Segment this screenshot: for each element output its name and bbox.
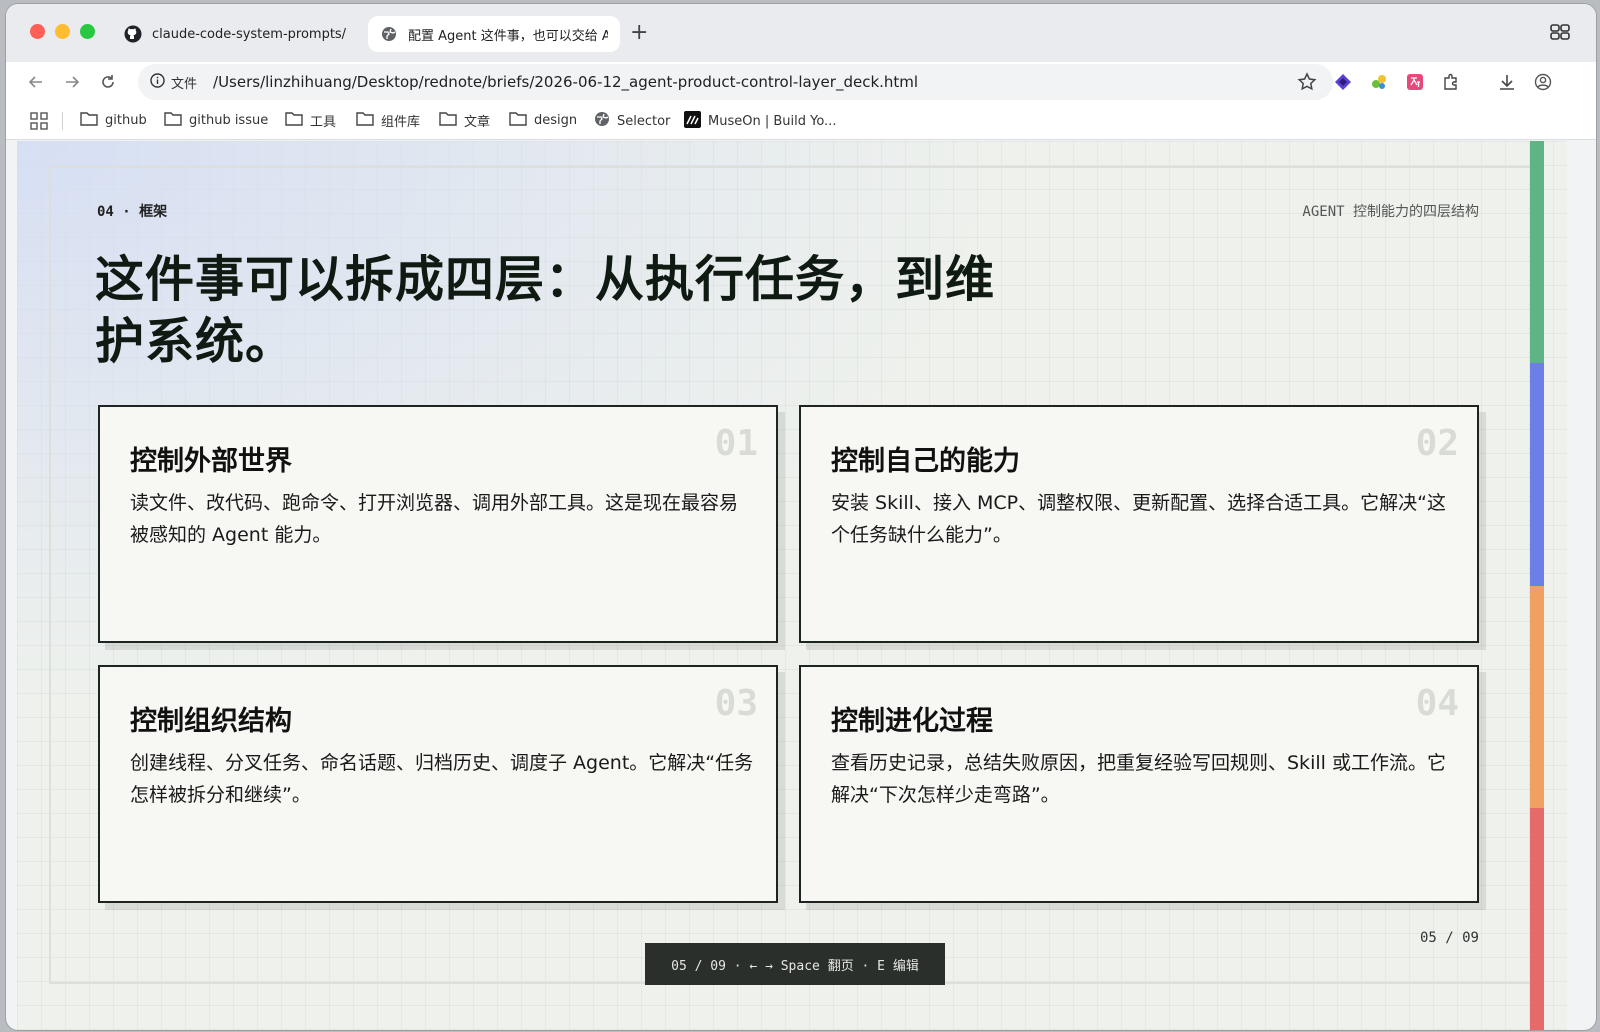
bookmark-articles[interactable]: 文章 bbox=[439, 111, 490, 130]
museon-icon bbox=[684, 111, 701, 132]
bookmarks-bar: github github issue 工具 组件库 文章 design Sel… bbox=[6, 102, 1596, 140]
bookmark-label: 组件库 bbox=[381, 115, 421, 130]
folder-icon bbox=[164, 111, 182, 130]
back-arrow-icon[interactable] bbox=[24, 70, 48, 94]
progress-accent-bar bbox=[1530, 141, 1544, 1030]
fullscreen-window-button[interactable] bbox=[80, 24, 95, 39]
layer-card: 02 控制自己的能力 安装 Skill、接入 MCP、调整权限、更新配置、选择合… bbox=[799, 405, 1479, 643]
bookmark-label: 工具 bbox=[310, 115, 337, 130]
tab-deck[interactable]: 配置 Agent 这件事，也可以交给 Ag bbox=[368, 16, 620, 52]
bookmarks-divider bbox=[62, 112, 63, 130]
browser-window: claude-code-system-prompts/sys 配置 Agent … bbox=[6, 4, 1596, 1030]
bookmark-label: design bbox=[534, 113, 578, 128]
bookmark-label: github issue bbox=[189, 113, 269, 128]
slide-section-label: AGENT 控制能力的四层结构 bbox=[1302, 204, 1479, 220]
bookmark-selector[interactable]: Selector bbox=[594, 111, 670, 131]
card-number: 03 bbox=[714, 683, 758, 724]
globe-icon bbox=[594, 111, 610, 131]
bookmark-label: 文章 bbox=[464, 115, 491, 130]
globe-icon bbox=[380, 25, 398, 43]
bookmark-github[interactable]: github bbox=[80, 111, 147, 130]
profile-avatar-icon[interactable] bbox=[1532, 71, 1554, 93]
card-body: 安装 Skill、接入 MCP、调整权限、更新配置、选择合适工具。它解决“这个任… bbox=[831, 492, 1446, 546]
site-info-chip[interactable]: 文件 bbox=[150, 72, 198, 92]
headline-line: 这件事可以拆成四层：从执行任务，到维 bbox=[95, 251, 996, 308]
url-text[interactable]: /Users/linzhihuang/Desktop/rednote/brief… bbox=[213, 73, 918, 91]
extension-diamond-icon[interactable] bbox=[1332, 71, 1354, 93]
slide-viewport: 04 · 框架 AGENT 控制能力的四层结构 这件事可以拆成四层：从执行任务，… bbox=[17, 141, 1567, 1030]
bookmark-label: github bbox=[105, 113, 147, 128]
card-body: 创建线程、分叉任务、命名话题、归档历史、调度子 Agent。它解决“任务怎样被拆… bbox=[130, 752, 754, 806]
bookmark-label: Selector bbox=[617, 113, 671, 129]
bookmark-github-issue[interactable]: github issue bbox=[164, 111, 268, 130]
slide-headline: 这件事可以拆成四层：从执行任务，到维 护系统。 bbox=[95, 249, 1035, 373]
new-tab-button[interactable]: + bbox=[630, 22, 648, 44]
folder-icon bbox=[285, 111, 303, 130]
card-body: 读文件、改代码、跑命令、打开浏览器、调用外部工具。这是现在最容易被感知的 Age… bbox=[130, 492, 739, 546]
tab-strip: claude-code-system-prompts/sys 配置 Agent … bbox=[6, 4, 1596, 62]
keyboard-hint-bar: 05 / 09 · ← → Space 翻页 · E 编辑 bbox=[645, 943, 945, 985]
layer-card: 01 控制外部世界 读文件、改代码、跑命令、打开浏览器、调用外部工具。这是现在最… bbox=[98, 405, 778, 643]
card-title: 控制自己的能力 bbox=[831, 446, 1020, 477]
reload-icon[interactable] bbox=[96, 70, 120, 94]
slide-eyebrow: 04 · 框架 bbox=[97, 204, 168, 220]
bookmark-label: MuseOn | Build Yo... bbox=[708, 114, 837, 129]
address-bar[interactable]: 文件 /Users/linzhihuang/Desktop/rednote/br… bbox=[138, 64, 1333, 100]
apps-grid-icon[interactable] bbox=[30, 112, 48, 130]
folder-icon bbox=[356, 111, 374, 130]
tab-search-icon[interactable] bbox=[1550, 24, 1570, 40]
accent-segment bbox=[1530, 807, 1544, 1030]
bookmark-star-icon[interactable] bbox=[1297, 72, 1317, 92]
extensions-puzzle-icon[interactable] bbox=[1440, 71, 1462, 93]
folder-icon bbox=[439, 111, 457, 130]
card-number: 02 bbox=[1415, 423, 1459, 464]
layer-card: 03 控制组织结构 创建线程、分叉任务、命名话题、归档历史、调度子 Agent。… bbox=[98, 665, 778, 903]
site-info-label: 文件 bbox=[171, 76, 198, 92]
card-body: 查看历史记录，总结失败原因，把重复经验写回规则、Skill 或工作流。它解决“下… bbox=[831, 752, 1446, 806]
bookmark-design[interactable]: design bbox=[509, 111, 577, 130]
forward-arrow-icon[interactable] bbox=[60, 70, 84, 94]
layer-card: 04 控制进化过程 查看历史记录，总结失败原因，把重复经验写回规则、Skill … bbox=[799, 665, 1479, 903]
download-icon[interactable] bbox=[1496, 71, 1518, 93]
card-title: 控制进化过程 bbox=[831, 706, 993, 737]
folder-icon bbox=[509, 111, 527, 130]
card-title: 控制组织结构 bbox=[130, 706, 292, 737]
extension-puzzle-green-icon[interactable] bbox=[1368, 71, 1390, 93]
accent-segment bbox=[1530, 363, 1544, 586]
close-window-button[interactable] bbox=[30, 24, 45, 39]
card-number: 04 bbox=[1415, 683, 1459, 724]
github-icon bbox=[124, 25, 142, 43]
card-title: 控制外部世界 bbox=[130, 446, 292, 477]
tab-github[interactable]: claude-code-system-prompts/sys bbox=[112, 16, 358, 52]
info-icon bbox=[150, 72, 165, 92]
tab-label: 配置 Agent 这件事，也可以交给 Ag bbox=[408, 28, 608, 44]
page-counter: 05 / 09 bbox=[1419, 930, 1479, 946]
bookmark-museon[interactable]: MuseOn | Build Yo... bbox=[684, 111, 836, 132]
accent-segment bbox=[1530, 585, 1544, 808]
tab-label: claude-code-system-prompts/sys bbox=[152, 26, 346, 42]
card-number: 01 bbox=[714, 423, 758, 464]
minimize-window-button[interactable] bbox=[55, 24, 70, 39]
accent-segment bbox=[1530, 141, 1544, 364]
folder-icon bbox=[80, 111, 98, 130]
bookmark-components[interactable]: 组件库 bbox=[356, 111, 420, 130]
bookmark-tools[interactable]: 工具 bbox=[285, 111, 336, 130]
headline-line: 护系统。 bbox=[95, 313, 296, 370]
toolbar: 文件 /Users/linzhihuang/Desktop/rednote/br… bbox=[6, 62, 1596, 102]
extension-translate-icon[interactable] bbox=[1404, 71, 1426, 93]
